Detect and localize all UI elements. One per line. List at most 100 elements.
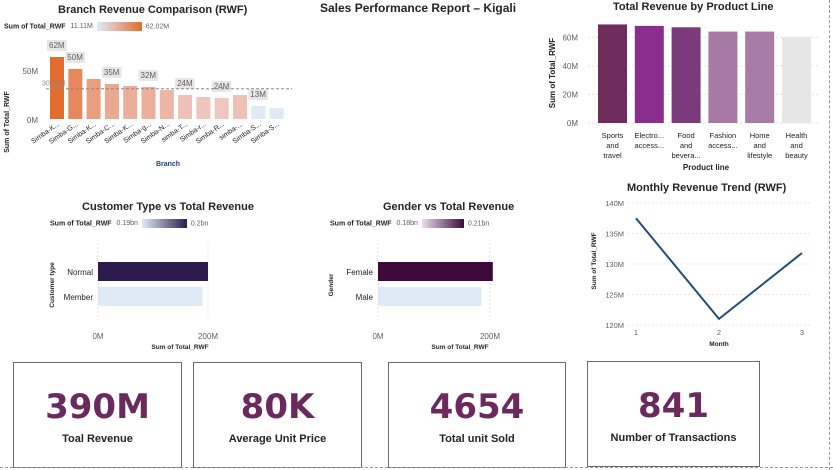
product-x-tick: and bbox=[790, 141, 803, 150]
customer-bar bbox=[98, 287, 203, 306]
product-x-tick: access... bbox=[708, 141, 738, 150]
gender-chart: Gender Female Male 0M 200M Sum of Total_R… bbox=[328, 243, 500, 351]
gender-y-tick: Female bbox=[346, 268, 373, 277]
product-bar bbox=[634, 25, 664, 123]
product-x-tick: beauty bbox=[785, 151, 808, 160]
customer-x-label: Sum of Total_RWF bbox=[151, 344, 208, 351]
monthly-chart-title: Monthly Revenue Trend (RWF) bbox=[627, 182, 787, 194]
product-bar bbox=[598, 24, 627, 123]
gender-legend-min: 0.18bn bbox=[396, 220, 418, 228]
branch-bar bbox=[196, 97, 211, 119]
kpi-label: Number of Transactions bbox=[610, 432, 737, 444]
branch-bar bbox=[233, 95, 247, 119]
gender-y-label: Gender bbox=[328, 273, 335, 296]
customer-legend: Sum of Total_RWF 0.19bn 0.2bn bbox=[50, 219, 208, 228]
product-x-tick: Sports bbox=[602, 131, 624, 140]
product-y-tick: 40M bbox=[562, 62, 578, 71]
customer-legend-gradient bbox=[141, 219, 187, 228]
branch-data-label: 24M bbox=[177, 79, 193, 88]
branch-y-label: Sum of Total_RWF bbox=[4, 90, 11, 152]
customer-chart: Customer type Normal Member 0M 200M Sum o… bbox=[49, 243, 218, 351]
product-y-tick: 0M bbox=[567, 119, 578, 128]
gender-x-tick-200: 200M bbox=[480, 332, 500, 341]
gender-bar bbox=[378, 287, 482, 306]
product-x-tick: and bbox=[680, 141, 693, 150]
product-bar bbox=[708, 31, 738, 124]
monthly-x-tick: 1 bbox=[634, 328, 638, 337]
branch-bar bbox=[68, 69, 83, 119]
product-x-tick: travel bbox=[603, 151, 622, 160]
branch-legend: Sum of Total_RWF 11.11M 62.02M bbox=[4, 22, 169, 31]
branch-bar bbox=[269, 108, 284, 119]
branch-bar bbox=[251, 106, 266, 119]
customer-y-tick: Member bbox=[64, 293, 94, 302]
monthly-x-tick: 2 bbox=[717, 328, 721, 337]
customer-legend-min: 0.19bn bbox=[116, 220, 138, 228]
page-title: Sales Performance Report – Kigali bbox=[320, 1, 517, 15]
branch-bar bbox=[141, 87, 156, 119]
gender-bar bbox=[378, 262, 493, 281]
branch-bar bbox=[159, 90, 174, 119]
monthly-x-tick: 3 bbox=[800, 328, 804, 337]
product-x-tick: Electro... bbox=[635, 131, 665, 140]
product-x-label: Product line bbox=[683, 163, 730, 172]
customer-legend-max: 0.2bn bbox=[190, 220, 209, 228]
monthly-y-tick: 130M bbox=[605, 260, 624, 269]
kpi-value: 4654 bbox=[429, 387, 525, 427]
monthly-y-tick: 120M bbox=[605, 321, 624, 330]
monthly-y-tick: 125M bbox=[605, 291, 624, 300]
branch-average-label: 30.29M bbox=[42, 81, 66, 88]
branch-y-tick-50: 50M bbox=[22, 67, 38, 76]
monthly-chart: Sum of Total_RWF 120M 125M 130M 135M 140M 1 2 3… bbox=[591, 199, 812, 348]
branch-legend-min: 11.11M bbox=[70, 23, 93, 31]
branch-bar bbox=[86, 79, 101, 119]
product-chart-title: Total Revenue by Product Line bbox=[613, 1, 774, 13]
customer-bar bbox=[98, 262, 208, 281]
branch-bar bbox=[104, 84, 119, 119]
product-x-tick: Home bbox=[750, 131, 770, 140]
gender-legend-gradient bbox=[421, 219, 464, 228]
branch-data-label: 13M bbox=[250, 90, 266, 99]
branch-legend-gradient bbox=[96, 22, 142, 31]
kpi-value: 841 bbox=[638, 386, 709, 426]
kpi-card-total-units: 4654 Total unit Sold bbox=[388, 362, 566, 468]
kpi-value: 80K bbox=[240, 387, 315, 427]
customer-y-tick: Normal bbox=[67, 268, 93, 277]
kpi-card-average-unit-price: 80K Average Unit Price bbox=[193, 362, 362, 468]
product-y-tick: 60M bbox=[562, 33, 578, 42]
kpi-label: Toal Revenue bbox=[62, 433, 133, 445]
gender-chart-title: Gender vs Total Revenue bbox=[383, 201, 515, 213]
branch-data-label: 32M bbox=[141, 71, 157, 80]
branch-bar bbox=[123, 86, 138, 119]
branch-chart: Sum of Total_RWF 50M 0M 62MSimba-K...50M… bbox=[4, 40, 292, 168]
gender-legend: Sum of Total_RWF 0.18bn 0.21bn bbox=[330, 219, 489, 228]
branch-bar bbox=[214, 98, 229, 119]
product-x-tick: access... bbox=[635, 141, 665, 150]
page-right-border bbox=[829, 0, 830, 470]
branch-data-label: 24M bbox=[214, 82, 230, 91]
customer-legend-title: Sum of Total_RWF bbox=[50, 220, 112, 228]
branch-data-label: 50M bbox=[67, 53, 83, 62]
kpi-label: Total unit Sold bbox=[439, 433, 515, 445]
gender-x-tick-0: 0M bbox=[372, 332, 383, 341]
kpi-label: Average Unit Price bbox=[228, 433, 327, 445]
product-x-tick: and bbox=[606, 141, 619, 150]
product-bar bbox=[745, 31, 775, 124]
branch-y-tick-0: 0M bbox=[27, 116, 38, 125]
product-x-tick: Food bbox=[678, 131, 695, 140]
monthly-x-label: Month bbox=[709, 341, 729, 348]
product-bar bbox=[671, 27, 701, 123]
product-y-tick: 20M bbox=[562, 90, 578, 99]
product-x-tick: Fashion bbox=[710, 131, 737, 140]
branch-data-label: 62M bbox=[49, 41, 65, 50]
product-x-tick: lifestyle bbox=[747, 151, 772, 160]
monthly-y-label: Sum of Total_RWF bbox=[591, 232, 598, 289]
branch-data-label: 35M bbox=[104, 68, 120, 77]
monthly-y-tick: 135M bbox=[605, 230, 624, 239]
branch-x-label: Branch bbox=[156, 161, 180, 168]
gender-x-label: Sum of Total_RWF bbox=[431, 344, 488, 351]
customer-y-label: Customer type bbox=[49, 262, 56, 308]
page-bottom-border bbox=[0, 467, 833, 468]
gender-y-tick: Male bbox=[356, 293, 374, 302]
product-x-tick: and bbox=[753, 141, 766, 150]
